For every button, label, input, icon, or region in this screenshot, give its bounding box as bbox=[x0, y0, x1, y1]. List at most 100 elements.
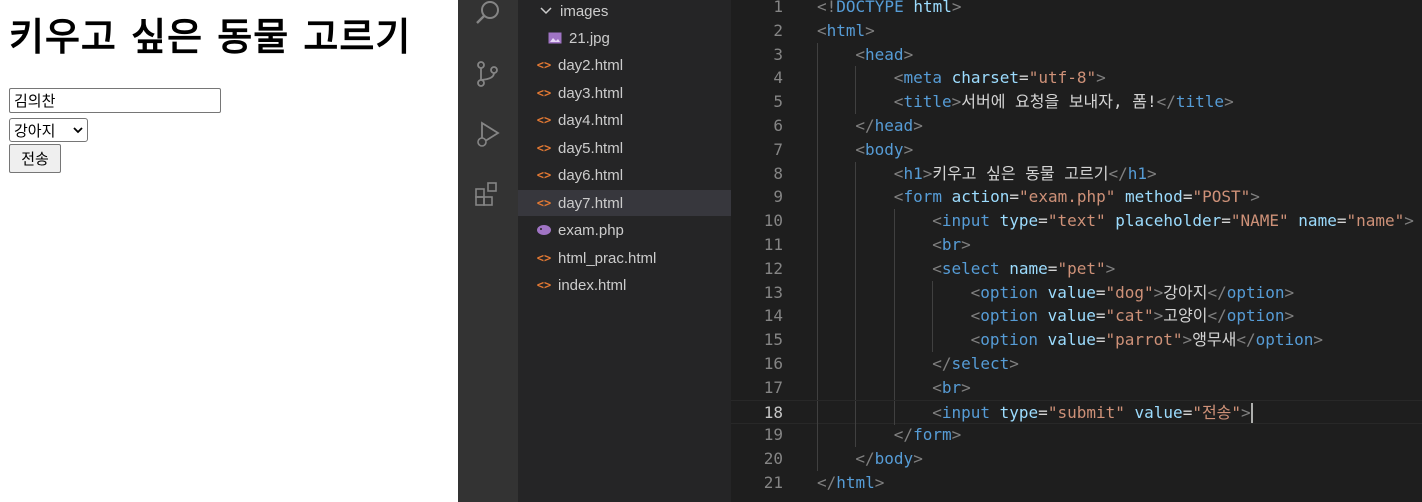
indent-guide bbox=[893, 400, 895, 425]
page-heading: 키우고 싶은 동물 고르기 bbox=[9, 15, 412, 59]
html-file-icon: <> bbox=[536, 141, 552, 155]
line-number: 9 bbox=[773, 187, 783, 207]
indent-guide bbox=[817, 66, 818, 91]
code-line[interactable]: 4 <meta charset="utf-8"> bbox=[731, 66, 1422, 91]
indent-guide bbox=[855, 375, 857, 400]
code-text: </html> bbox=[817, 473, 885, 492]
code-line[interactable]: 1 <!DOCTYPE html> bbox=[731, 0, 1422, 19]
code-line[interactable]: 21 </html> bbox=[731, 471, 1422, 495]
code-line[interactable]: 5 <title>서버에 요청을 보내자, 폼!</title> bbox=[731, 90, 1422, 115]
indent-guide bbox=[855, 280, 857, 305]
vscode-window: images 21.jpg <> day2.html <> day3.html <> day4… bbox=[458, 0, 1422, 502]
explorer-item[interactable]: <> day3.html bbox=[518, 80, 731, 106]
indent-guide bbox=[817, 90, 818, 115]
html-file-icon: <> bbox=[536, 58, 552, 72]
html-file-icon: <> bbox=[536, 86, 552, 100]
code-line[interactable]: 14 <option value="cat">고양이</option> bbox=[731, 304, 1422, 329]
search-icon[interactable] bbox=[470, 0, 506, 32]
indent-guide bbox=[817, 375, 818, 400]
code-line[interactable]: 3 <head> bbox=[731, 42, 1422, 67]
code-line[interactable]: 15 <option value="parrot">앵무새</option> bbox=[731, 328, 1422, 353]
code-text: <html> bbox=[817, 20, 875, 40]
chevron-down-icon bbox=[73, 124, 83, 137]
code-line[interactable]: 11 <br> bbox=[731, 233, 1422, 257]
indent-guide bbox=[817, 185, 818, 210]
code-text: <option value="parrot">앵무새</option> bbox=[970, 330, 1324, 350]
indent-guide bbox=[817, 209, 818, 234]
indent-guide bbox=[932, 280, 934, 305]
code-line[interactable]: 20 </body> bbox=[731, 447, 1422, 472]
indent-guide bbox=[855, 304, 857, 329]
indent-guide bbox=[893, 233, 895, 257]
html-file-icon: <> bbox=[536, 251, 552, 265]
code-text: </head> bbox=[855, 116, 923, 135]
indent-guide bbox=[932, 328, 934, 353]
code-line[interactable]: 12 <select name="pet"> bbox=[731, 256, 1422, 281]
pet-select-value: 강아지 bbox=[14, 121, 56, 140]
code-text: <select name="pet"> bbox=[932, 258, 1116, 278]
code-text: </select> bbox=[932, 354, 1019, 373]
code-editor[interactable]: 1 <!DOCTYPE html> 2 <html> 3 <head> 4 <meta cha… bbox=[731, 0, 1422, 502]
explorer-item-label: day4.html bbox=[558, 111, 624, 129]
line-number: 11 bbox=[763, 235, 783, 254]
chevron-down-icon bbox=[538, 3, 554, 19]
indent-guide bbox=[893, 209, 895, 234]
explorer-item-label: day3.html bbox=[558, 84, 624, 102]
indent-guide bbox=[855, 185, 857, 210]
image-file-icon bbox=[547, 30, 563, 46]
code-line[interactable]: 13 <option value="dog">강아지</option> bbox=[731, 280, 1422, 305]
indent-guide bbox=[817, 114, 818, 138]
indent-guide bbox=[855, 423, 857, 448]
indent-guide bbox=[817, 304, 818, 329]
explorer-item[interactable]: <> day2.html bbox=[518, 52, 731, 78]
html-file-icon: <> bbox=[536, 196, 552, 210]
explorer-item[interactable]: <> html_prac.html bbox=[518, 245, 731, 271]
html-file-icon: <> bbox=[536, 113, 552, 127]
explorer-item[interactable]: images bbox=[518, 0, 731, 24]
line-number: 18 bbox=[763, 402, 783, 422]
line-number: 3 bbox=[773, 44, 783, 64]
explorer-item[interactable]: <> day6.html bbox=[518, 162, 731, 188]
code-text: <br> bbox=[932, 235, 971, 254]
pet-select[interactable]: 강아지 bbox=[9, 118, 88, 142]
code-line[interactable]: 8 <h1>키우고 싶은 동물 고르기</h1> bbox=[731, 161, 1422, 186]
source-control-icon[interactable] bbox=[470, 56, 506, 92]
explorer-item[interactable]: exam.php bbox=[518, 217, 731, 243]
code-line[interactable]: 17 <br> bbox=[731, 375, 1422, 400]
explorer-item[interactable]: <> day7.html bbox=[518, 190, 731, 216]
code-line[interactable]: 6 </head> bbox=[731, 114, 1422, 138]
submit-button[interactable]: 전송 bbox=[9, 144, 61, 173]
run-debug-icon[interactable] bbox=[470, 116, 506, 152]
code-text: <h1>키우고 싶은 동물 고르기</h1> bbox=[893, 163, 1157, 183]
indent-guide bbox=[855, 233, 857, 257]
code-line[interactable]: 9 <form action="exam.php" method="POST"> bbox=[731, 185, 1422, 210]
indent-guide bbox=[817, 137, 818, 162]
browser-preview: 키우고 싶은 동물 고르기 김의찬 강아지 전송 bbox=[0, 0, 458, 502]
line-number: 5 bbox=[773, 92, 783, 112]
php-file-icon bbox=[536, 222, 552, 238]
explorer-item[interactable]: <> day4.html bbox=[518, 107, 731, 133]
indent-guide bbox=[893, 304, 895, 329]
code-line[interactable]: 10 <input type="text" placeholder="NAME" … bbox=[731, 209, 1422, 234]
extensions-icon[interactable] bbox=[470, 176, 506, 212]
explorer-item-label: day6.html bbox=[558, 166, 624, 184]
explorer-item-label: images bbox=[560, 2, 609, 20]
code-line[interactable]: 16 </select> bbox=[731, 352, 1422, 376]
line-number: 2 bbox=[773, 20, 783, 40]
code-text: <input type="text" placeholder="NAME" na… bbox=[932, 211, 1414, 231]
line-number: 19 bbox=[763, 425, 783, 445]
html-file-icon: <> bbox=[536, 278, 552, 292]
explorer-item-label: 21.jpg bbox=[569, 29, 610, 47]
line-number: 6 bbox=[773, 116, 783, 135]
explorer-item-label: day2.html bbox=[558, 56, 624, 74]
explorer-item-label: exam.php bbox=[558, 221, 624, 239]
explorer-item[interactable]: <> index.html bbox=[518, 272, 731, 298]
code-line[interactable]: 19 </form> bbox=[731, 423, 1422, 448]
indent-guide bbox=[855, 161, 857, 186]
explorer-item[interactable]: <> day5.html bbox=[518, 135, 731, 161]
code-line[interactable]: 7 <body> bbox=[731, 137, 1422, 162]
code-line[interactable]: 2 <html> bbox=[731, 19, 1422, 43]
code-line[interactable]: 18 <input type="submit" value="전송"> bbox=[731, 399, 1422, 425]
name-input[interactable]: 김의찬 bbox=[9, 88, 221, 113]
explorer-item[interactable]: 21.jpg bbox=[518, 25, 731, 51]
